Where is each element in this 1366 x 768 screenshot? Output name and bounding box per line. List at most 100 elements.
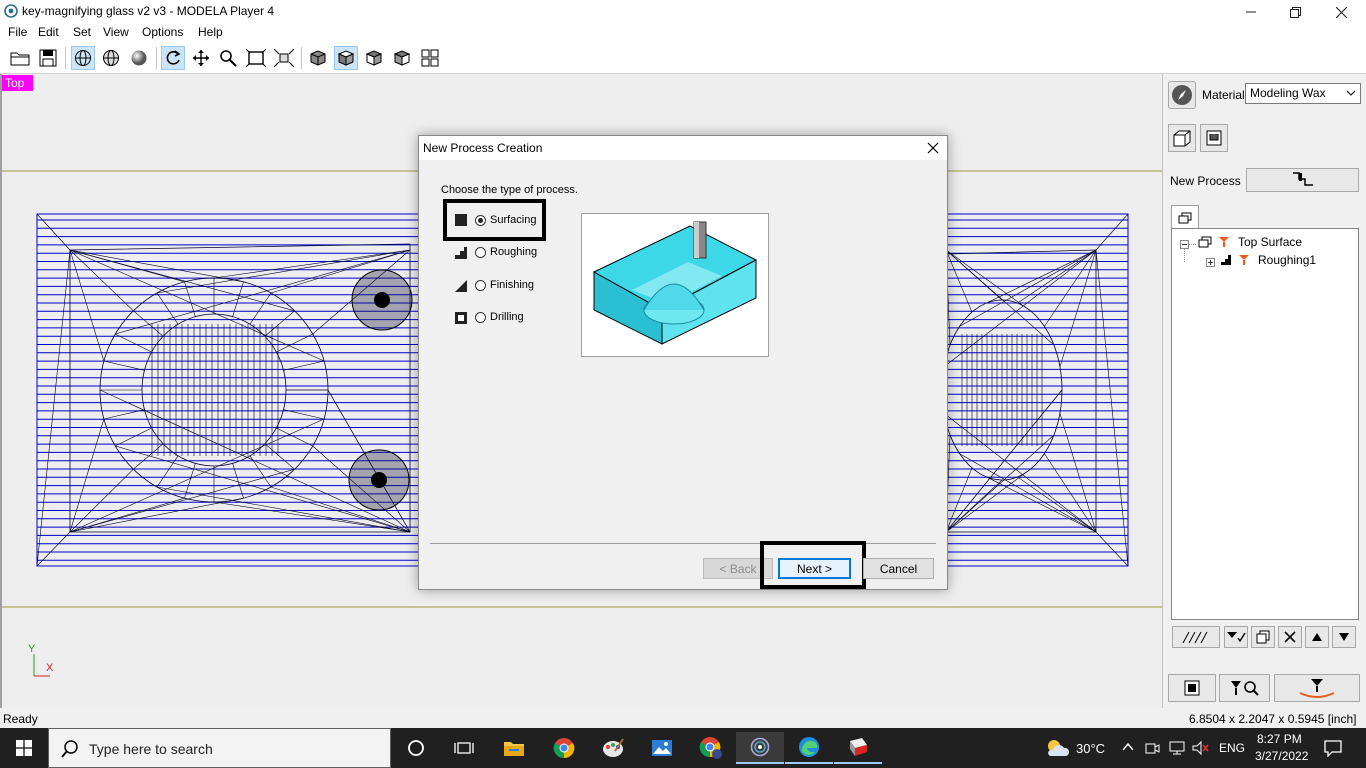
new-process-dialog: New Process Creation Choose the type of … <box>418 135 948 590</box>
option-surfacing-label[interactable]: Surfacing <box>490 214 536 226</box>
wireframe-view-button[interactable] <box>71 46 95 70</box>
rotate-icon <box>166 50 181 65</box>
new-process-button[interactable] <box>1246 168 1359 192</box>
close-icon[interactable] <box>927 142 939 154</box>
radio-surfacing[interactable] <box>475 215 486 226</box>
cortana-button[interactable] <box>392 732 440 764</box>
edge-icon <box>799 737 819 757</box>
menu-options[interactable]: Options <box>142 25 183 39</box>
status-bar: Ready 6.8504 x 2.2047 x 0.5945 [inch] <box>0 708 1366 728</box>
input-language[interactable]: ENG <box>1219 741 1245 755</box>
restore-button[interactable] <box>1272 0 1318 24</box>
material-select[interactable]: Modeling Wax <box>1245 83 1361 104</box>
modela-player-taskbar-button[interactable] <box>736 732 784 764</box>
paint-app-button[interactable] <box>589 732 637 764</box>
radio-roughing[interactable] <box>475 247 486 258</box>
view-iso-button[interactable] <box>306 46 330 70</box>
menu-set[interactable]: Set <box>73 25 91 39</box>
delete-process-button[interactable] <box>1278 626 1302 648</box>
radio-drilling[interactable] <box>475 312 486 323</box>
chevron-up-icon[interactable] <box>1122 742 1134 752</box>
zoom-window-button[interactable] <box>244 46 268 70</box>
clock-time[interactable]: 8:27 PM <box>1257 732 1302 746</box>
menu-help[interactable]: Help <box>198 25 223 39</box>
chevron-down-icon <box>1346 90 1356 96</box>
copy-icon <box>1256 630 1270 644</box>
meet-now-icon[interactable] <box>1144 740 1160 756</box>
network-icon[interactable] <box>1168 740 1186 756</box>
finishing-icon <box>455 280 467 292</box>
chrome-button[interactable] <box>540 732 588 764</box>
photos-button[interactable] <box>638 732 686 764</box>
dialog-prompt: Choose the type of process. <box>441 184 578 196</box>
option-roughing-label[interactable]: Roughing <box>490 246 537 258</box>
start-button[interactable] <box>0 728 48 768</box>
chrome-icon <box>553 738 575 759</box>
modeling-form-button[interactable] <box>1200 124 1228 152</box>
pan-tool-button[interactable] <box>189 46 213 70</box>
menu-view[interactable]: View <box>103 25 129 39</box>
fit-view-button[interactable] <box>272 46 296 70</box>
cut-button[interactable] <box>1274 674 1360 702</box>
clock-date[interactable]: 3/27/2022 <box>1255 749 1308 763</box>
chrome-profile-button[interactable] <box>687 732 735 764</box>
process-preview-image <box>581 213 769 357</box>
view-top-button[interactable] <box>334 46 358 70</box>
modela-app-icon <box>750 737 770 757</box>
toolpath-preview-button[interactable] <box>1172 626 1220 648</box>
view-front-button[interactable] <box>362 46 386 70</box>
tree-item-top-surface[interactable]: Top Surface <box>1238 235 1302 249</box>
multi-view-button[interactable] <box>418 46 442 70</box>
close-window-button[interactable] <box>1318 0 1364 24</box>
modela-app-icon <box>4 4 18 18</box>
cup-icon <box>1206 130 1222 146</box>
minimize-button[interactable] <box>1228 0 1274 24</box>
cancel-button[interactable]: Cancel <box>863 558 934 579</box>
weather-temperature[interactable]: 30°C <box>1076 741 1105 756</box>
solid-view-button[interactable] <box>127 46 151 70</box>
material-value: Modeling Wax <box>1250 86 1326 100</box>
dialog-title: New Process Creation <box>423 141 543 155</box>
move-up-button[interactable] <box>1305 626 1329 648</box>
arrow-down-icon <box>1339 633 1349 641</box>
file-explorer-button[interactable] <box>490 732 538 764</box>
arrow-up-icon <box>1312 633 1322 641</box>
rotate-tool-button[interactable] <box>161 46 185 70</box>
surface-view-button[interactable] <box>99 46 123 70</box>
zoom-tool-button[interactable] <box>216 46 240 70</box>
axis-y-label: Y <box>28 643 36 655</box>
stop-button[interactable] <box>1168 674 1216 702</box>
material-settings-button[interactable] <box>1168 81 1196 109</box>
tool-check-button[interactable] <box>1224 626 1248 648</box>
process-tree[interactable]: Top Surface Roughing1 <box>1171 228 1359 620</box>
radio-finishing[interactable] <box>475 280 486 291</box>
menu-file[interactable]: File <box>8 25 27 39</box>
view-side-button[interactable] <box>390 46 414 70</box>
move-down-button[interactable] <box>1332 626 1356 648</box>
folder-icon <box>10 52 30 66</box>
taskbar-search-box[interactable]: Type here to search <box>48 728 391 768</box>
surfacing-icon <box>455 214 467 226</box>
copy-process-button[interactable] <box>1251 626 1275 648</box>
axis-x-label: X <box>46 662 54 674</box>
notification-icon[interactable] <box>1324 739 1342 757</box>
process-tree-tab[interactable] <box>1171 205 1199 229</box>
open-file-button[interactable] <box>8 46 32 70</box>
windows-icon <box>1178 212 1192 223</box>
surfacing-preview-illustration <box>592 221 758 345</box>
save-file-button[interactable] <box>36 46 60 70</box>
next-button[interactable]: Next > <box>778 558 851 579</box>
roland-app-button[interactable] <box>834 732 882 764</box>
option-finishing-label[interactable]: Finishing <box>490 279 534 291</box>
toolpath-icon <box>1182 631 1208 644</box>
volume-muted-icon[interactable] <box>1192 740 1210 756</box>
option-drilling-label[interactable]: Drilling <box>490 311 524 323</box>
tree-item-roughing1[interactable]: Roughing1 <box>1258 253 1316 267</box>
material-label: Material <box>1202 88 1245 102</box>
model-size-button[interactable] <box>1168 124 1196 152</box>
zoom-area-icon <box>246 49 266 67</box>
menu-edit[interactable]: Edit <box>38 25 59 39</box>
preview-cutting-button[interactable] <box>1219 674 1270 702</box>
task-view-button[interactable] <box>440 732 488 764</box>
edge-button[interactable] <box>785 732 833 764</box>
